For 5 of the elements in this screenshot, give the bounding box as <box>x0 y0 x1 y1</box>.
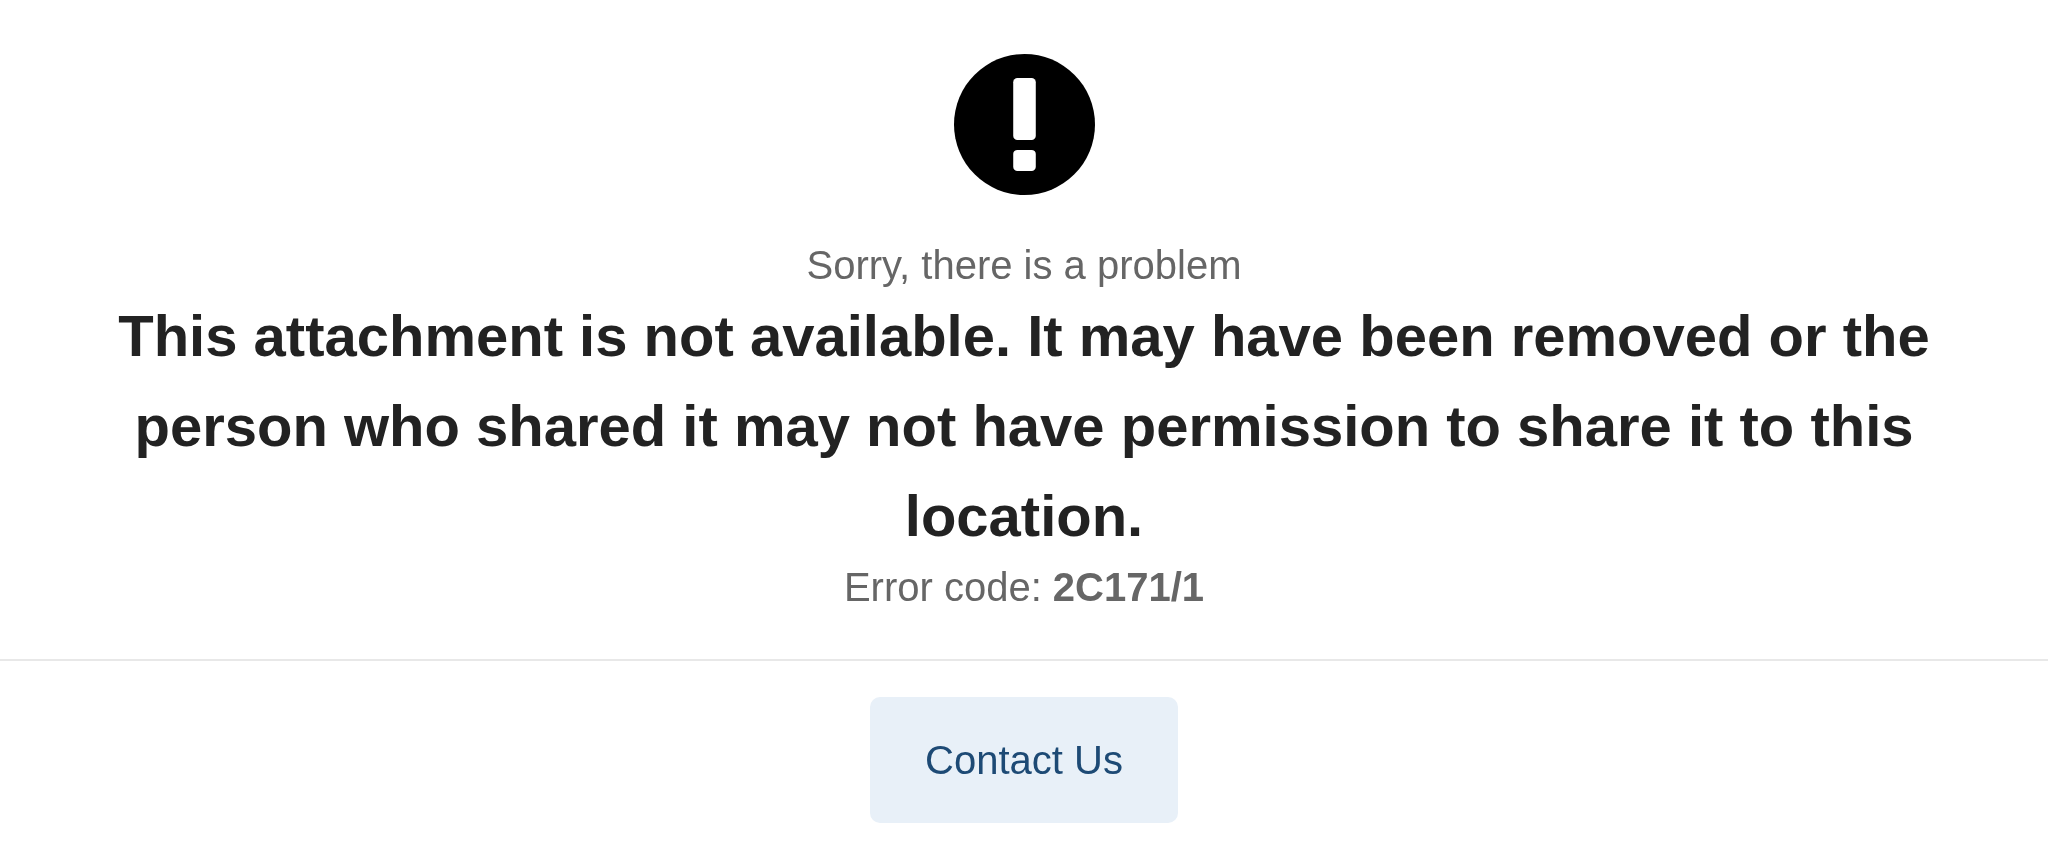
error-message: This attachment is not available. It may have been removed or the person who shared it may not have permission to share it to this location. <box>117 302 1931 550</box>
error-subtitle: Sorry, there is a problem <box>806 242 1242 289</box>
error-code: Error code: 2C171/1 <box>843 564 1205 611</box>
contact-button[interactable]: Contact Us <box>870 697 1178 823</box>
warning-icon <box>953 54 1095 195</box>
